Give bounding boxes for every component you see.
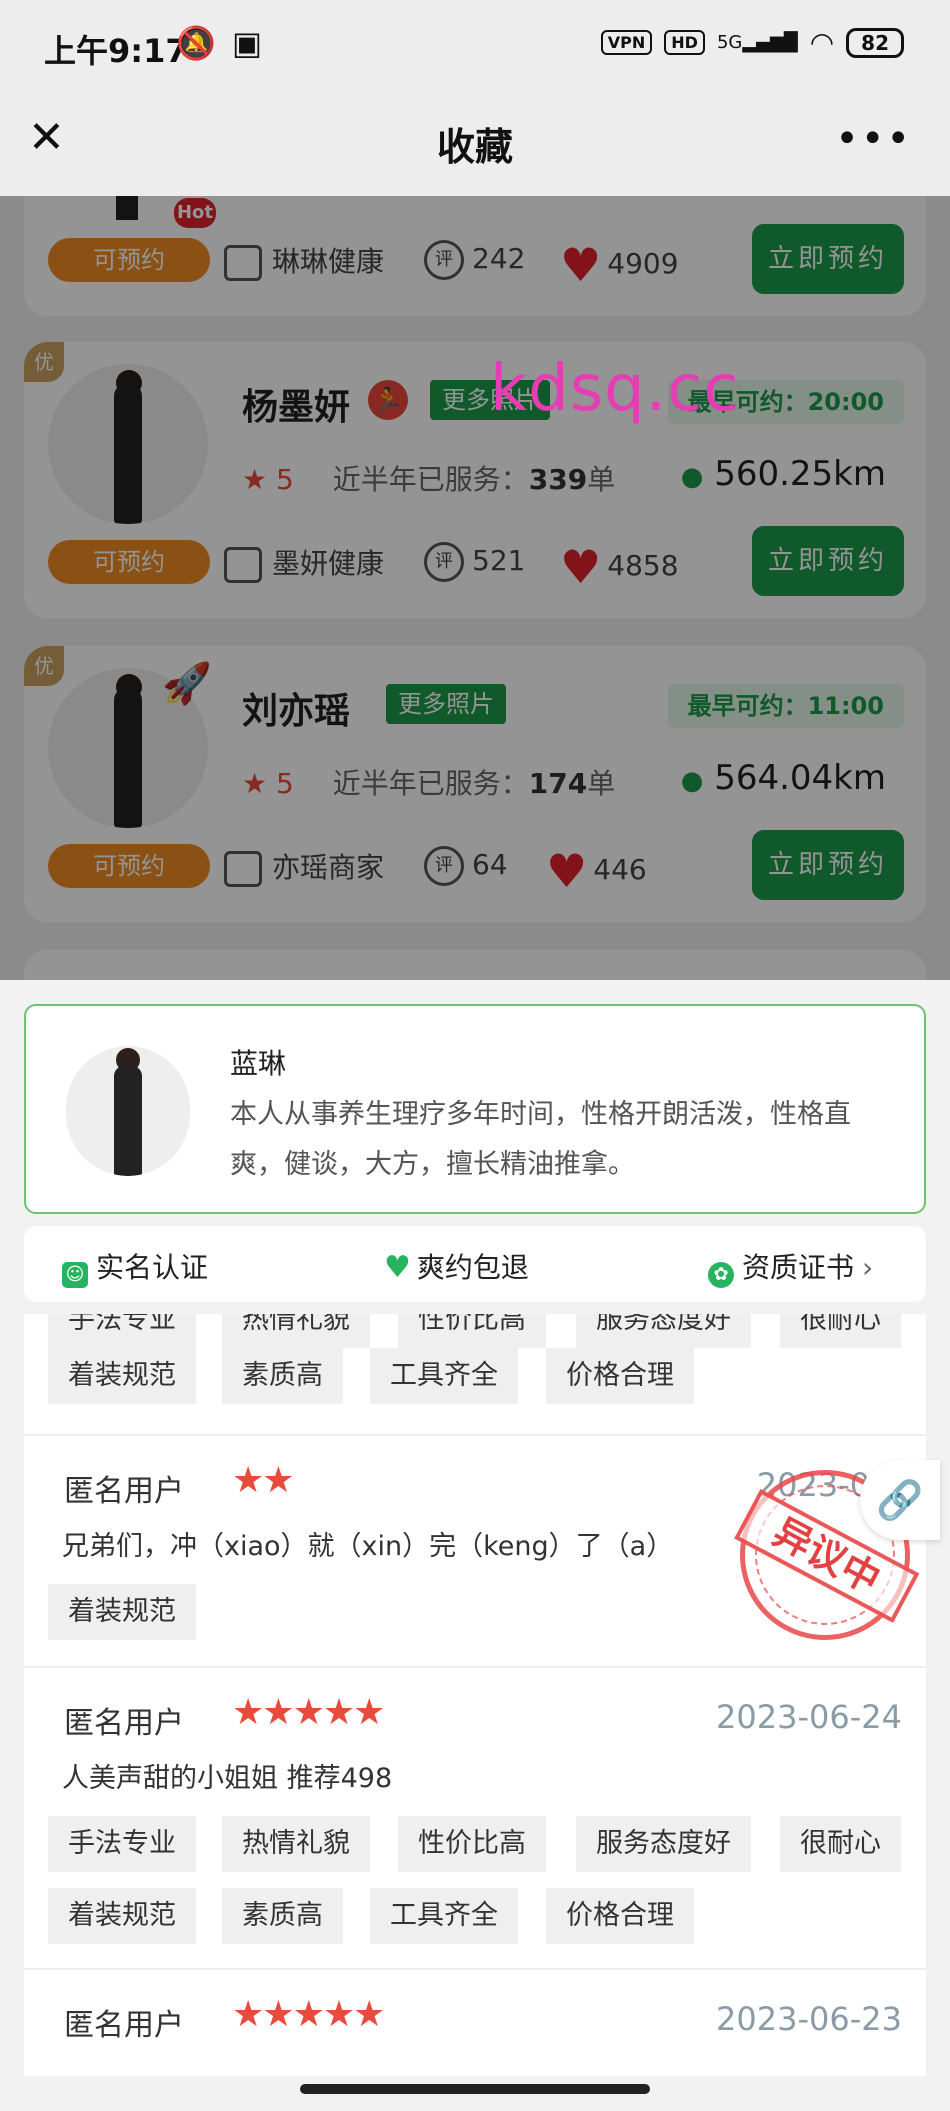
reviewer-name: 匿名用户 — [64, 2008, 184, 2043]
hd-icon: HD — [664, 30, 705, 55]
vpn-icon: VPN — [600, 30, 653, 55]
review-tag: 价格合理 — [546, 1888, 694, 1944]
status-bar: 上午9:17 🔕 ▣ VPN HD 5G▂▄▆█ ◠ 82 — [0, 0, 950, 88]
star-icon: ★ — [292, 1692, 325, 1733]
review-tag: 着装规范 — [48, 1584, 196, 1640]
review-date: 2023-06-23 — [716, 2000, 902, 2038]
review-stars: ★★★★★ — [232, 1994, 385, 2035]
certificate-icon: ✿ — [708, 1262, 734, 1288]
star-icon: ★ — [262, 1460, 294, 1501]
star-icon: ★ — [292, 1994, 325, 2035]
status-time: 上午9:17 — [44, 32, 188, 70]
star-icon: ★ — [322, 1692, 355, 1733]
review-item: 匿名用户 ★★★★★ 2023-06-24 人美声甜的小姐姐 推荐498 手法专… — [24, 1666, 926, 1968]
review-item: 匿名用户 ★★★★★ 2023-06-23 — [24, 1968, 926, 2076]
review-tag: 服务态度好 — [576, 1816, 751, 1872]
review-tag: 着装规范 — [48, 1888, 196, 1944]
star-icon: ★ — [232, 1692, 264, 1733]
home-indicator[interactable] — [300, 2084, 650, 2094]
review-tag: 工具齐全 — [370, 1348, 518, 1404]
profile-description: 本人从事养生理疗多年时间，性格开朗活泼，性格直爽，健谈，大方，擅长精油推拿。 — [230, 1099, 851, 1180]
heart-icon: ♥ — [384, 1250, 411, 1285]
star-icon: ★ — [232, 1994, 264, 2035]
dim-overlay[interactable] — [0, 196, 950, 980]
real-name-verified: ☺ 实名认证 — [62, 1246, 208, 1288]
mute-icon: 🔕 — [176, 24, 216, 62]
review-tag: 价格合理 — [546, 1348, 694, 1404]
review-tag: 素质高 — [222, 1888, 343, 1944]
review-tag: 很耐心 — [780, 1816, 901, 1872]
review-list[interactable]: 手法专业 热情礼貌 性价比高 服务态度好 很耐心 着装规范 素质高 工具齐全 价… — [24, 1314, 926, 2076]
star-icon: ★ — [353, 1994, 385, 2035]
id-card-icon: ☺ — [62, 1262, 88, 1288]
review-tag: 手法专业 — [48, 1314, 196, 1348]
star-icon: ★ — [322, 1994, 355, 2035]
review-tag: 性价比高 — [398, 1314, 546, 1348]
profile-avatar — [66, 1046, 190, 1176]
review-content: 人美声甜的小姐姐 推荐498 — [62, 1763, 393, 1794]
no-show-refund: ♥ 爽约包退 — [384, 1250, 529, 1285]
link-icon[interactable]: 🔗 — [860, 1460, 940, 1540]
reviewer-name: 匿名用户 — [64, 1474, 184, 1509]
review-tag: 素质高 — [222, 1348, 343, 1404]
review-tag: 服务态度好 — [576, 1314, 751, 1348]
review-content: 兄弟们，冲（xiao）就（xin）完（keng）了（a） — [62, 1531, 674, 1562]
signal-icon: 5G▂▄▆█ — [716, 32, 798, 53]
review-tag: 工具齐全 — [370, 1888, 518, 1944]
profile-card[interactable]: 蓝琳 本人从事养生理疗多年时间，性格开朗活泼，性格直爽，健谈，大方，擅长精油推拿… — [24, 1004, 926, 1214]
star-icon: ★ — [232, 1460, 264, 1501]
wifi-icon: ◠ — [809, 26, 835, 59]
star-icon: ★ — [353, 1692, 385, 1733]
review-tag: 很耐心 — [780, 1314, 901, 1348]
review-tag: 热情礼貌 — [222, 1314, 370, 1348]
review-tag: 手法专业 — [48, 1816, 196, 1872]
reviewer-name: 匿名用户 — [64, 1706, 184, 1741]
review-stars: ★★★★★ — [232, 1692, 385, 1733]
review-tag: 着装规范 — [48, 1348, 196, 1404]
nfc-icon: ▣ — [231, 24, 263, 62]
review-date: 2023-06-24 — [716, 1698, 902, 1736]
watermark: kdsq.cc — [490, 352, 740, 426]
star-icon: ★ — [262, 1994, 294, 2035]
more-options-icon[interactable]: ••• — [835, 116, 912, 162]
profile-name: 蓝琳 — [230, 1047, 287, 1080]
title-bar: ✕ 收藏 ••• — [0, 88, 950, 196]
chevron-right-icon: › — [862, 1251, 874, 1284]
review-stars: ★★ — [232, 1460, 295, 1501]
review-tag: 性价比高 — [398, 1816, 546, 1872]
battery-icon: 82 — [846, 27, 904, 58]
page-title: 收藏 — [436, 125, 513, 169]
feature-bar: ☺ 实名认证 ♥ 爽约包退 ✿ 资质证书 › — [24, 1226, 926, 1302]
certificate-link[interactable]: ✿ 资质证书 › — [708, 1246, 873, 1288]
review-tag: 热情礼貌 — [222, 1816, 370, 1872]
star-icon: ★ — [262, 1692, 294, 1733]
